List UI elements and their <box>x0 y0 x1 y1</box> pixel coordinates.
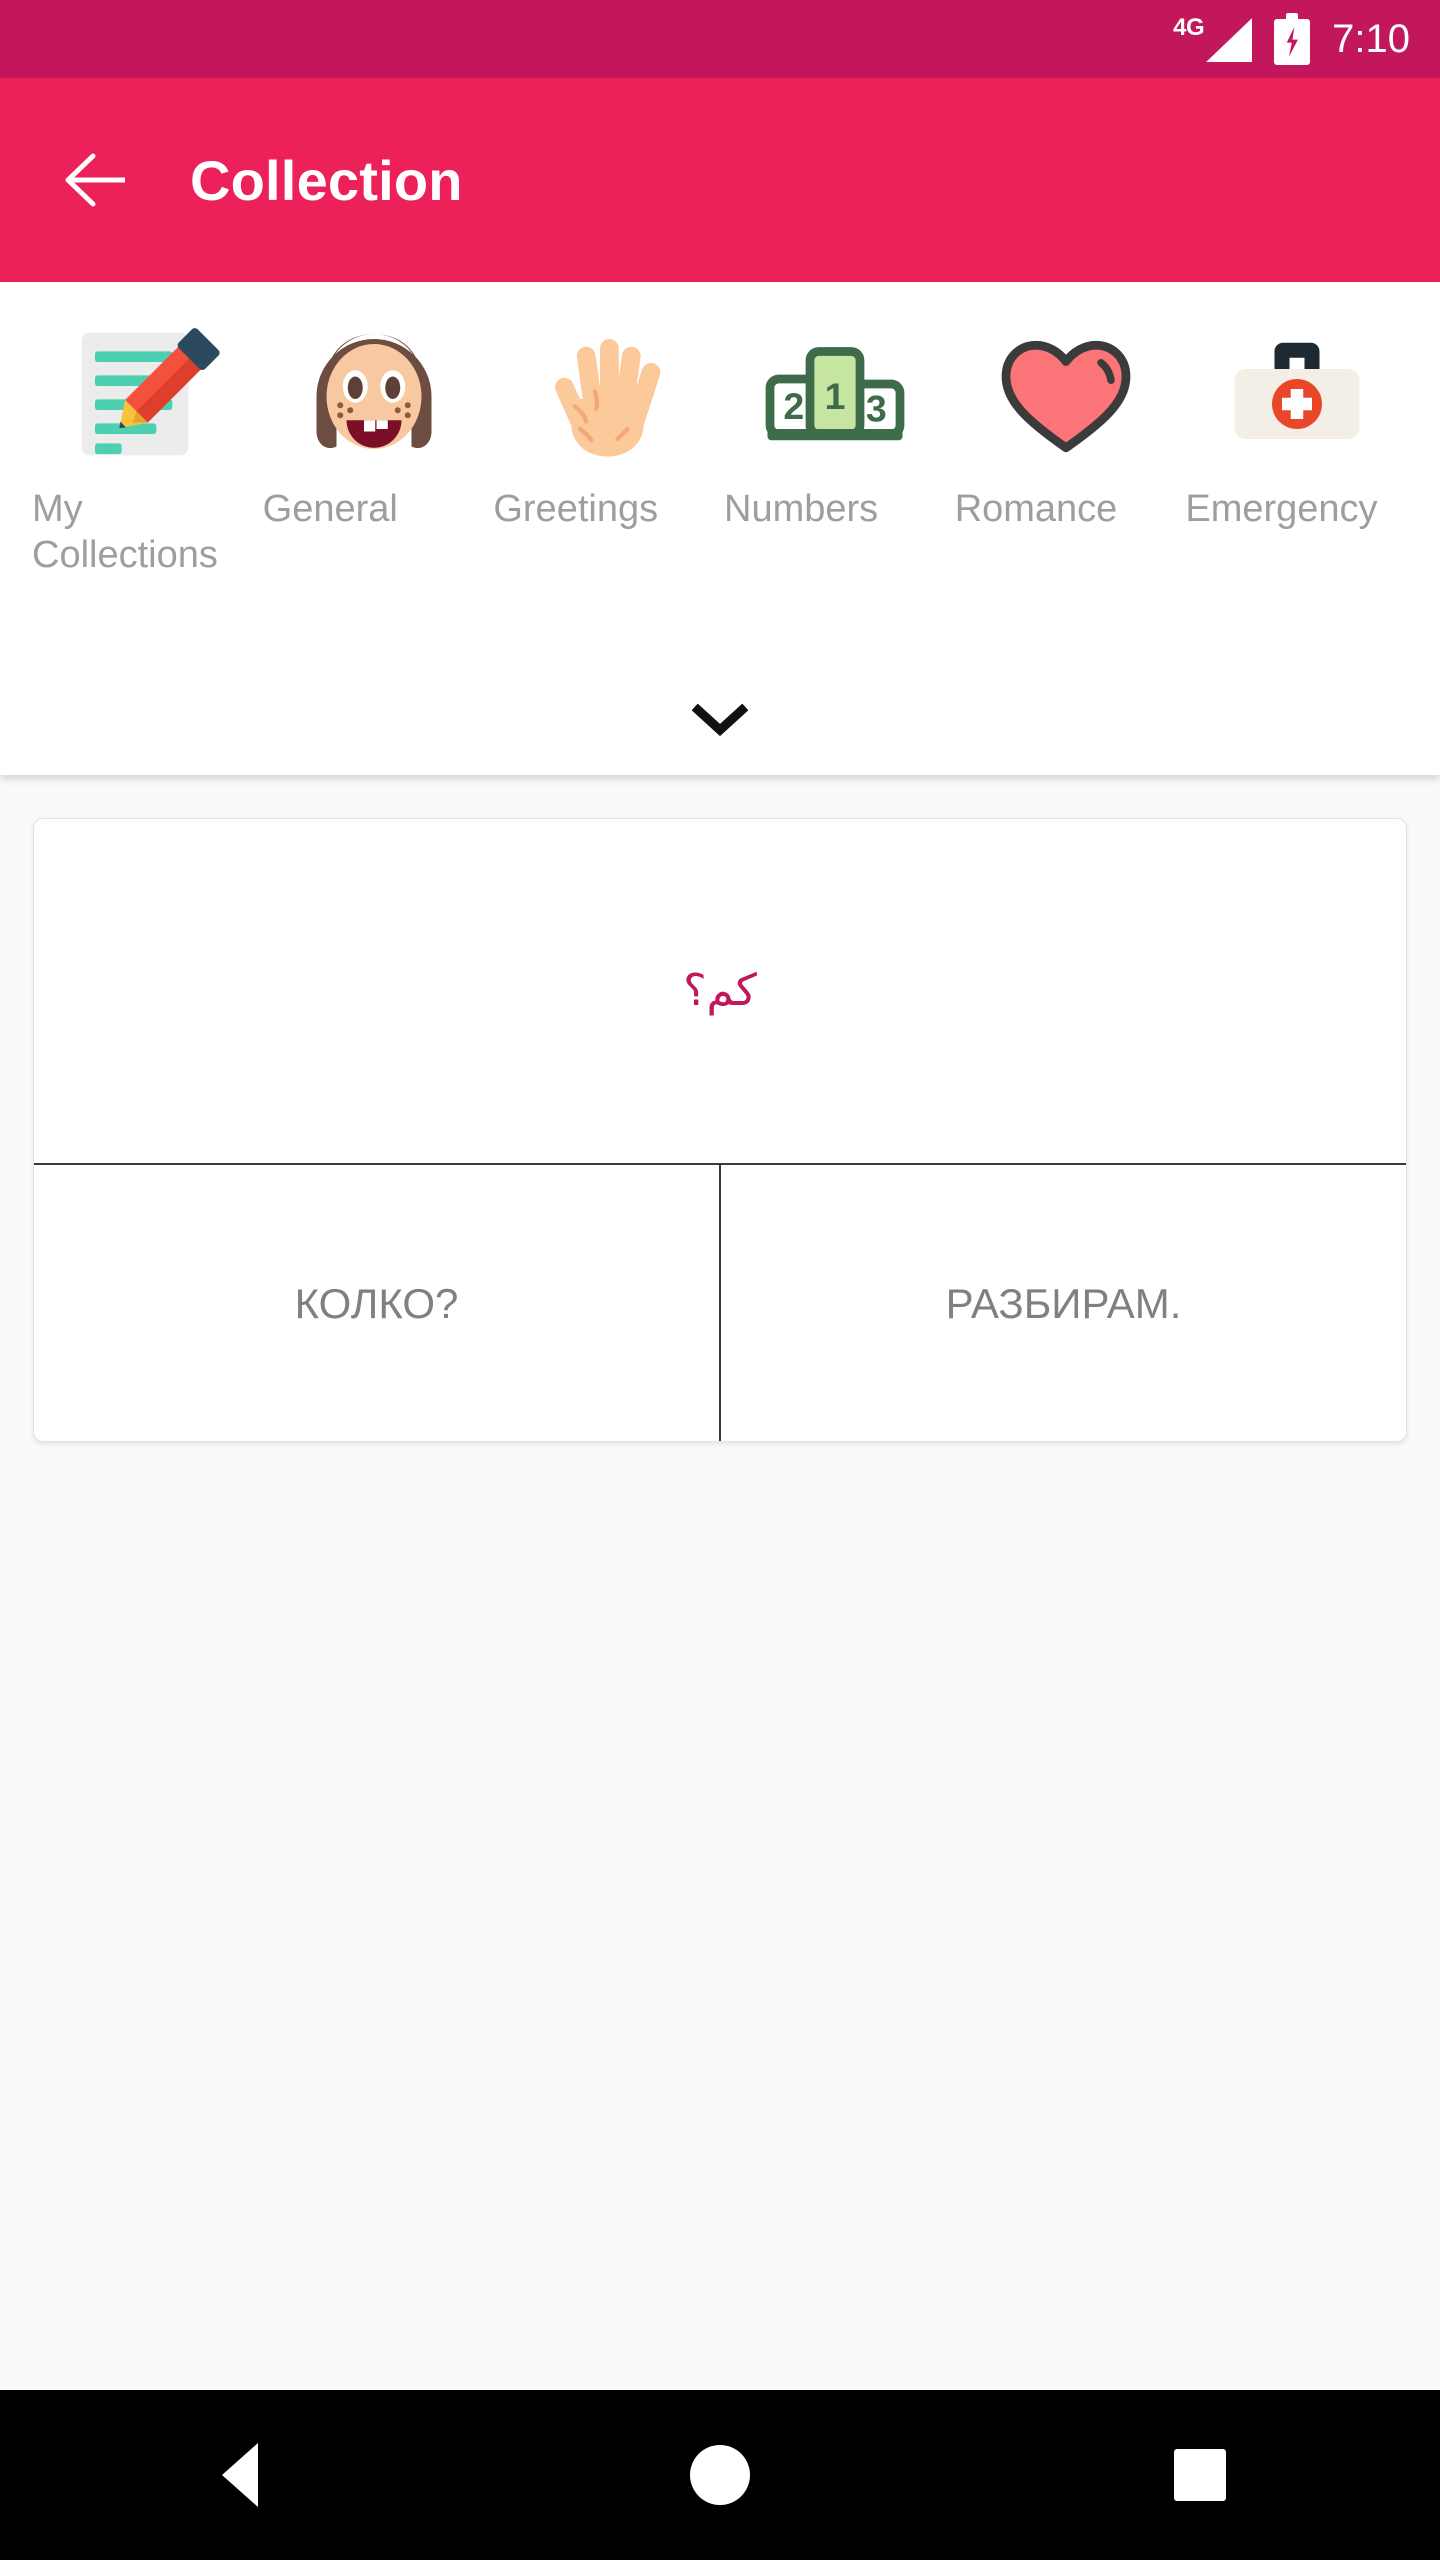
phrase-translation-row: КОЛКО? РАЗБИРАМ. <box>34 1165 1406 1441</box>
category-item-romance[interactable]: Romance <box>951 308 1182 532</box>
girl-face-icon <box>290 308 458 480</box>
page-title: Collection <box>190 148 463 212</box>
memo-pencil-icon <box>59 308 227 480</box>
category-item-emergency[interactable]: Emergency <box>1181 308 1412 532</box>
svg-text:2: 2 <box>784 385 805 427</box>
podium-123-icon: 2 1 3 <box>751 308 919 480</box>
nav-back-button[interactable] <box>130 2390 350 2560</box>
category-item-greetings[interactable]: Greetings <box>489 308 720 532</box>
signal-triangle-icon <box>1206 18 1253 62</box>
phrase-source-area: كم؟ <box>34 819 1406 1163</box>
system-navigation-bar <box>0 2390 1440 2560</box>
translation-right-text: РАЗБИРАМ. <box>945 1279 1182 1327</box>
translation-cell-right[interactable]: РАЗБИРАМ. <box>721 1165 1406 1441</box>
nav-recents-button[interactable] <box>1090 2390 1310 2560</box>
phrase-source-text: كم؟ <box>683 964 757 1016</box>
status-bar-right-group: 4G 7:10 <box>1173 13 1410 65</box>
category-item-general[interactable]: General <box>259 308 490 532</box>
chevron-down-icon <box>692 703 748 737</box>
nav-home-circle-icon <box>690 2445 750 2505</box>
category-label: General <box>262 488 398 530</box>
battery-charging-icon <box>1274 13 1311 65</box>
svg-text:3: 3 <box>866 388 887 430</box>
svg-text:1: 1 <box>825 375 846 417</box>
category-item-numbers[interactable]: 2 1 3 Numbers <box>720 308 951 532</box>
nav-back-triangle-icon <box>222 2443 258 2507</box>
back-button[interactable] <box>48 132 144 228</box>
category-label: My Collections <box>32 488 218 577</box>
signal-strength-indicator: 4G <box>1173 14 1253 62</box>
phrase-card[interactable]: كم؟ КОЛКО? РАЗБИРАМ. <box>33 818 1407 1442</box>
first-aid-kit-icon <box>1213 308 1381 480</box>
category-label: Romance <box>954 488 1118 530</box>
nav-home-button[interactable] <box>610 2390 830 2560</box>
translation-cell-left[interactable]: КОЛКО? <box>34 1165 719 1441</box>
heart-icon <box>982 308 1150 480</box>
status-bar: 4G 7:10 <box>0 0 1440 78</box>
category-label: Numbers <box>724 488 879 530</box>
arrow-back-icon <box>65 153 125 207</box>
category-panel: My Collections General Greetings 2 1 3 N… <box>0 282 1440 775</box>
translation-left-text: КОЛКО? <box>294 1279 459 1327</box>
raised-hand-icon <box>521 308 689 480</box>
category-list: My Collections General Greetings 2 1 3 N… <box>0 308 1440 579</box>
nav-recents-square-icon <box>1174 2449 1226 2501</box>
app-bar: Collection <box>0 78 1440 282</box>
expand-categories-button[interactable] <box>0 665 1440 775</box>
category-item-my-collections[interactable]: My Collections <box>28 308 259 579</box>
network-type-label: 4G <box>1173 14 1205 41</box>
status-bar-clock: 7:10 <box>1332 16 1410 61</box>
category-label: Greetings <box>493 488 659 530</box>
category-label: Emergency <box>1185 488 1378 530</box>
app-screen: 4G 7:10 Collection My Collections Genera… <box>0 0 1440 2560</box>
